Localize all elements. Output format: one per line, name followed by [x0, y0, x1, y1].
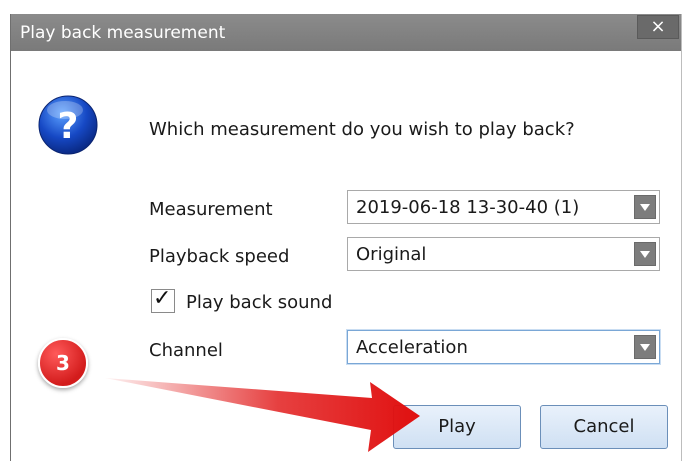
annotation-arrow — [105, 378, 420, 452]
step-badge: 3 — [38, 338, 88, 388]
screenshot-stage: Play back measurement × ? Which measurem… — [0, 0, 684, 461]
